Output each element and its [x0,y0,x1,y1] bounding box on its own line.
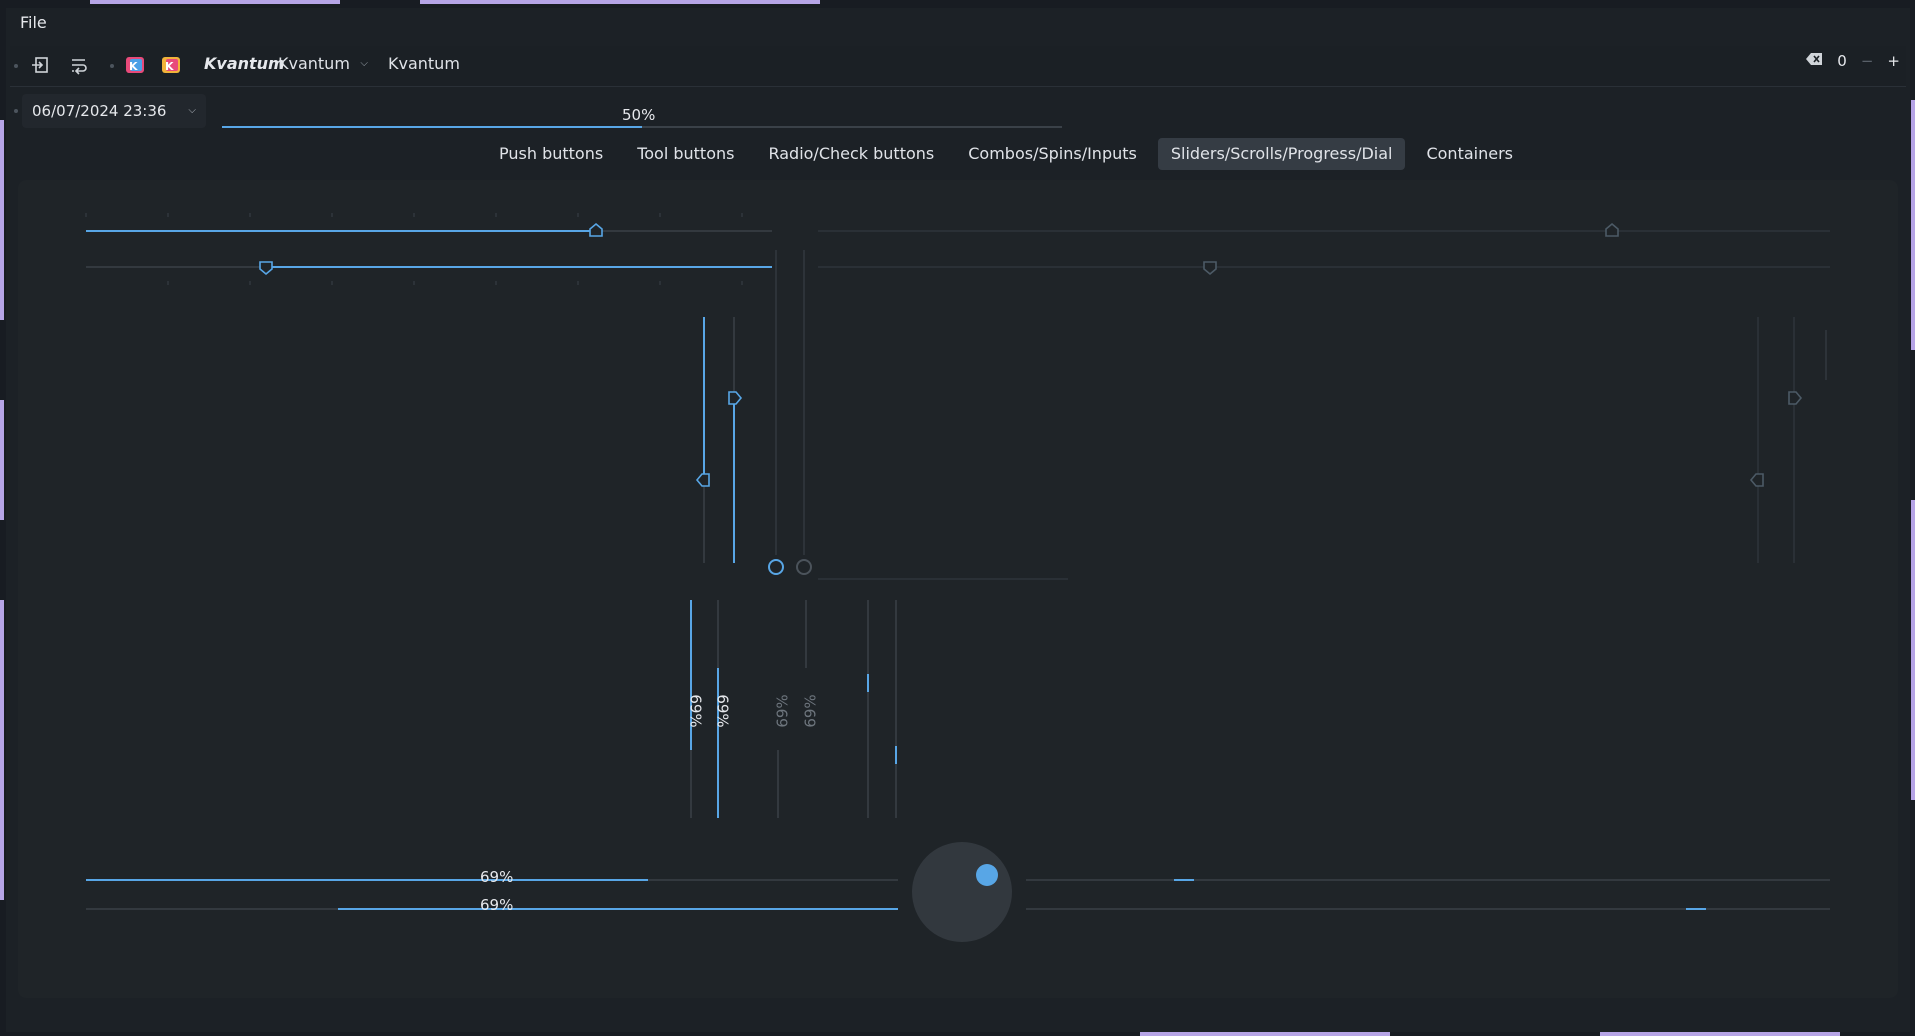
tab-sliders-scrolls-progress-dial[interactable]: Sliders/Scrolls/Progress/Dial [1157,138,1406,170]
progress-label: 69% [773,694,792,728]
slider-handle[interactable] [259,261,273,276]
toolbar: K K Kvantum Kvantum ⌵ Kvantum 0 − + [10,46,1906,87]
horizontal-slider-disabled-2 [818,261,1830,276]
style-label: Kvantum [388,54,460,73]
tab-containers[interactable]: Containers [1413,138,1526,170]
spinbox-group: 0 − + [1805,52,1900,70]
style-combo[interactable]: Kvantum ⌵ [278,54,368,73]
sliders-canvas [85,213,1830,942]
frame-decoration-right [1911,500,1915,800]
horizontal-slider-disabled-1 [818,222,1830,237]
progress-label: 69% [480,896,514,914]
progress-label: 69% [713,694,732,728]
chevron-down-icon: ⌵ [360,58,368,69]
frame-decoration-bottom [1140,1032,1390,1036]
kvantum-logo-icon[interactable]: K [160,54,182,76]
login-icon[interactable] [30,54,52,76]
vertical-scrollbar-2[interactable] [796,250,812,575]
vertical-slider-disabled-2 [1788,317,1803,563]
tab-push-buttons[interactable]: Push buttons [486,138,616,170]
style-combo-value: Kvantum [278,54,350,73]
datetime-value: 06/07/2024 23:36 [32,102,167,120]
progress-label: 69% [480,868,514,886]
spinbox-value[interactable]: 0 [1837,52,1847,70]
slider-handle[interactable] [728,391,743,405]
progress-label: 69% [801,694,820,728]
slider-handle [1203,261,1217,276]
horizontal-slider-enabled-1[interactable] [85,213,772,237]
svg-text:K: K [129,60,138,73]
style-name-label: Kvantum [204,54,285,73]
progress-label: 69% [686,694,705,728]
clear-icon[interactable] [1805,52,1823,70]
vertical-slider-disabled-1 [1749,317,1764,563]
frame-decoration-left [0,600,4,900]
sliders-panel: 69% 69% 69% 69% 69% 69% [18,180,1898,998]
frame-decoration-bottom [1600,1032,1840,1036]
app-window: File K K Kvantum Kvantum ⌵ Kvantum 0 − +… [6,8,1910,1032]
datetime-edit[interactable]: 06/07/2024 23:36 ⌵ [22,94,206,128]
frame-decoration-right [1911,100,1915,350]
vertical-slider-enabled-2[interactable] [728,317,743,563]
spinbox-plus-button[interactable]: + [1887,52,1900,70]
top-progress-bar [222,126,1062,128]
tab-radio-check-buttons[interactable]: Radio/Check buttons [755,138,947,170]
toolbar-separator [110,64,114,68]
slider-handle[interactable] [695,473,710,487]
frame-decoration-left [0,400,4,520]
vertical-slider-enabled-1[interactable] [695,317,710,563]
tab-bar: Push buttons Tool buttons Radio/Check bu… [486,138,1526,172]
top-progress-fill [222,126,642,128]
top-progress-label: 50% [622,106,656,124]
horizontal-slider-enabled-2[interactable] [86,261,772,285]
dial-knob[interactable] [976,864,998,886]
frame-decoration-top [90,0,340,4]
row-handle [14,109,18,113]
frame-decoration-left [0,120,4,320]
wrap-icon[interactable] [68,54,90,76]
menubar: File [6,8,1910,36]
slider-handle[interactable] [589,222,603,237]
vertical-scrollbar-1[interactable] [768,250,784,575]
scroll-handle[interactable] [796,559,812,575]
menu-file[interactable]: File [20,13,47,32]
dial[interactable] [912,842,1012,942]
spinbox-minus-button[interactable]: − [1861,52,1874,70]
chevron-down-icon[interactable]: ⌵ [188,94,196,128]
tab-combos-spins-inputs[interactable]: Combos/Spins/Inputs [955,138,1150,170]
frame-decoration-top [420,0,670,4]
scroll-handle[interactable] [768,559,784,575]
frame-decoration-top [650,0,820,4]
date-row: 06/07/2024 23:36 ⌵ 50% [10,94,1906,130]
svg-text:K: K [165,60,174,73]
tab-tool-buttons[interactable]: Tool buttons [624,138,747,170]
toolbar-handle[interactable] [14,64,18,68]
kvantum-logo-icon[interactable]: K [124,54,146,76]
slider-handle [1605,222,1619,237]
